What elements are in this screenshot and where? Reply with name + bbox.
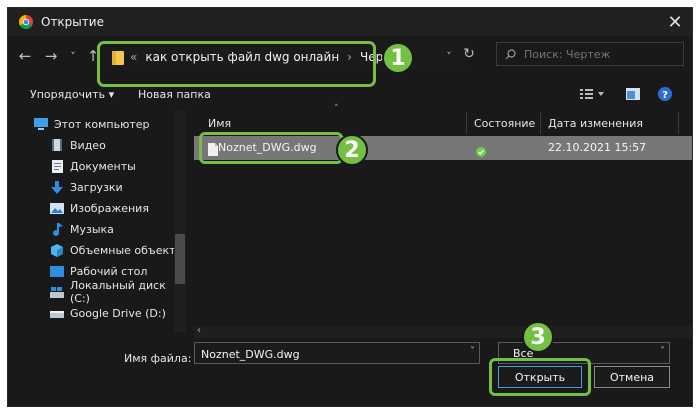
- sidebar-item-this-pc[interactable]: Этот компьютер: [34, 114, 150, 134]
- computer-icon: [34, 117, 48, 131]
- file-list: ˄ Имя Состояние Дата изменения Noznet_DW…: [194, 104, 692, 332]
- sidebar-scrollbar-track[interactable]: [174, 110, 186, 332]
- sort-indicator-icon: ˄: [334, 104, 339, 114]
- sidebar-item-label: Документы: [70, 159, 136, 173]
- back-button[interactable]: ←: [14, 46, 36, 66]
- sidebar-item-label: Загрузки: [70, 180, 123, 194]
- downloads-icon: [50, 180, 64, 194]
- column-header-status[interactable]: Состояние: [474, 112, 535, 134]
- navigation-pane: Этот компьютер Видео Документы Загрузки …: [8, 110, 188, 332]
- column-divider[interactable]: [678, 112, 679, 134]
- search-icon: [505, 45, 516, 64]
- sidebar-item-google-drive[interactable]: Google Drive (D:): [50, 303, 166, 323]
- file-open-dialog: Открытие ✕ ← → ˅ ↑ « как открыть файл dw…: [8, 8, 692, 406]
- file-modified-date: 22.10.2021 15:57: [548, 141, 647, 154]
- sidebar-item-music[interactable]: Музыка: [50, 219, 114, 239]
- cancel-button[interactable]: Отмена: [594, 366, 670, 388]
- sidebar-item-documents[interactable]: Документы: [50, 156, 136, 176]
- music-icon: [50, 222, 64, 236]
- address-dropdown[interactable]: ˅: [438, 46, 460, 66]
- horizontal-scrollbar[interactable]: ‹: [194, 325, 692, 338]
- svg-text:?: ?: [662, 90, 668, 101]
- 3d-objects-icon: [50, 243, 64, 257]
- column-divider[interactable]: [540, 112, 541, 134]
- sidebar-item-label: Google Drive (D:): [70, 306, 166, 320]
- sidebar-item-label: Видео: [70, 138, 106, 152]
- chrome-app-icon: [18, 14, 34, 30]
- annotation-highlight-open: [489, 358, 591, 396]
- preview-pane-icon[interactable]: [626, 88, 640, 103]
- column-header-modified[interactable]: Дата изменения: [548, 112, 643, 134]
- annotation-badge-1: 1: [382, 42, 414, 74]
- organize-menu[interactable]: Упорядочить ▾: [30, 88, 114, 101]
- local-disk-icon: [50, 285, 64, 299]
- drive-icon: [50, 306, 64, 320]
- chevron-down-icon[interactable]: ˅: [470, 346, 475, 357]
- title-bar: Открытие ✕: [8, 8, 692, 36]
- column-divider[interactable]: [466, 112, 467, 134]
- sidebar-item-video[interactable]: Видео: [50, 135, 106, 155]
- navigation-row: ← → ˅ ↑ « как открыть файл dwg онлайн › …: [8, 38, 692, 87]
- annotation-highlight-file: [199, 132, 343, 164]
- command-bar: Упорядочить ▾ Новая папка ?: [8, 84, 692, 106]
- sync-status-icon: [476, 142, 486, 161]
- sidebar-item-label: Локальный диск (C:): [70, 279, 166, 305]
- desktop-icon: [50, 264, 64, 278]
- new-folder-button[interactable]: Новая папка: [138, 88, 211, 101]
- sidebar-item-label: Рабочий стол: [70, 264, 148, 278]
- help-icon[interactable]: ?: [658, 87, 672, 104]
- view-options-icon[interactable]: [580, 88, 606, 103]
- annotation-highlight-address: [97, 41, 376, 87]
- sidebar-item-local-disk[interactable]: Локальный диск (C:): [50, 279, 188, 305]
- search-box[interactable]: [496, 42, 684, 66]
- sidebar-item-3d-objects[interactable]: Объемные объекты: [50, 240, 184, 260]
- sidebar-item-images[interactable]: Изображения: [50, 198, 149, 218]
- forward-button[interactable]: →: [40, 46, 62, 66]
- documents-icon: [50, 159, 64, 173]
- filename-field[interactable]: ˅: [194, 342, 480, 364]
- scroll-left-icon[interactable]: ‹: [197, 325, 201, 336]
- sidebar-item-label: Этот компьютер: [54, 117, 150, 131]
- sidebar-item-downloads[interactable]: Загрузки: [50, 177, 123, 197]
- search-input[interactable]: [522, 46, 676, 62]
- column-header-name[interactable]: Имя: [208, 112, 231, 134]
- annotation-badge-3: 3: [522, 321, 554, 353]
- sidebar-item-label: Изображения: [70, 201, 149, 215]
- window-title: Открытие: [41, 15, 104, 29]
- sidebar-item-label: Объемные объекты: [70, 243, 185, 257]
- chevron-down-icon[interactable]: ˅: [660, 346, 665, 357]
- annotation-badge-2: 2: [336, 134, 368, 166]
- close-button[interactable]: ✕: [658, 8, 692, 36]
- sidebar-item-label: Музыка: [70, 222, 114, 236]
- video-icon: [50, 138, 64, 152]
- images-icon: [50, 201, 64, 215]
- filename-label: Имя файла:: [124, 352, 192, 365]
- filename-input[interactable]: [199, 347, 453, 362]
- sidebar-item-desktop[interactable]: Рабочий стол: [50, 261, 147, 281]
- refresh-button[interactable]: ↻: [458, 44, 480, 64]
- sidebar-scrollbar-thumb[interactable]: [175, 234, 185, 284]
- recent-locations-dropdown[interactable]: ˅: [62, 46, 84, 66]
